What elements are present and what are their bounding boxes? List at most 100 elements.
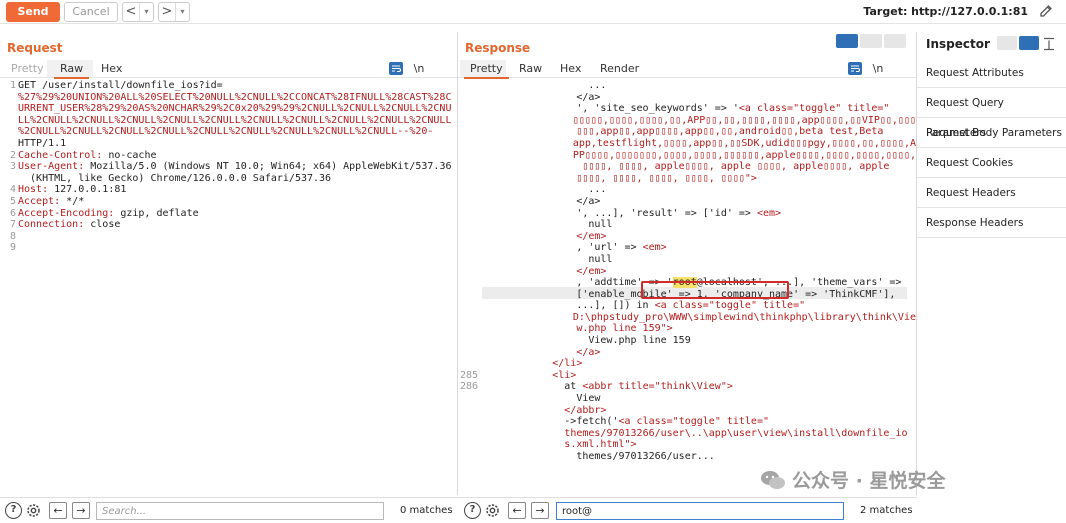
response-search-input[interactable]	[562, 503, 843, 519]
help-icon[interactable]: ?	[5, 502, 22, 519]
code-token: w.php line 159">	[576, 323, 673, 335]
layout-side-by-side-icon[interactable]	[836, 34, 858, 48]
history-back-button[interactable]: <	[123, 3, 139, 21]
request-tab-pretty[interactable]: Pretty	[11, 62, 44, 75]
line-text: LL%2CNULL%2CNULL%2CNULL%2CNULL%2CNULL%2C…	[18, 115, 451, 127]
response-search-bar: ? ← → 2 matches	[458, 497, 917, 523]
line-number	[458, 323, 480, 335]
wrap-lines-icon[interactable]	[848, 62, 862, 75]
pencil-icon[interactable]	[1038, 3, 1054, 19]
request-search-field[interactable]	[96, 502, 384, 520]
target-label[interactable]: Target: http://127.0.0.1:81	[863, 5, 1028, 18]
send-button[interactable]: Send	[6, 2, 60, 22]
code-token: Host:	[18, 184, 49, 196]
line-number	[0, 126, 18, 138]
response-code-line: null	[458, 219, 916, 231]
line-text: Cache-Control: no-cache	[18, 150, 156, 162]
line-text: %27%29%20UNION%20ALL%20SELECT%20NULL%2CN…	[18, 92, 451, 104]
code-token: View	[480, 393, 601, 405]
search-prev-button[interactable]: ←	[49, 502, 67, 519]
line-text: </li>	[480, 358, 582, 370]
request-search-input[interactable]	[102, 503, 383, 519]
request-tab-hex[interactable]: Hex	[101, 62, 122, 75]
code-token: D:\phpstudy_pro\WWW\simplewind\thinkphp\…	[572, 311, 916, 323]
line-text: URRENT_USER%28%29%20AS%20NCHAR%29%2C0x20…	[18, 103, 451, 115]
request-code-line: 4 Host: 127.0.0.1:81	[0, 184, 457, 196]
inspector-item-response-headers[interactable]: Response Headers	[917, 208, 1066, 238]
response-code-line: null	[458, 254, 916, 266]
search-prev-button[interactable]: ←	[508, 502, 526, 519]
inspector-panel-icon[interactable]	[1019, 36, 1039, 50]
response-code-line: </li>	[458, 358, 916, 370]
line-number	[458, 138, 477, 150]
response-code-line: ->fetch('<a class="toggle" title="	[458, 416, 916, 428]
newline-toggle-button[interactable]: \n	[412, 62, 426, 75]
wrap-lines-icon[interactable]	[389, 62, 403, 75]
request-tab-raw[interactable]: Raw	[53, 62, 90, 79]
response-title: Response	[465, 41, 531, 55]
history-forward-button[interactable]: >	[159, 3, 175, 21]
code-token: no-cache	[102, 149, 157, 161]
inspector-item-request-headers[interactable]: Request Headers	[917, 178, 1066, 208]
inspector-item-request-body-parameters[interactable]: Request Body Parameters	[917, 118, 1066, 148]
response-tab-hex[interactable]: Hex	[560, 62, 581, 75]
code-token: <em>	[642, 242, 667, 254]
response-viewer[interactable]: ... </a> ', 'site_seo_keywords' => '<a c…	[458, 80, 916, 463]
gear-icon[interactable]	[484, 502, 501, 519]
code-token: </li>	[480, 358, 583, 370]
response-tab-pretty[interactable]: Pretty	[464, 62, 509, 79]
inspector-list-icon[interactable]	[997, 36, 1017, 50]
response-code-line: PP▯▯▯▯,▯▯▯▯▯▯▯,▯▯▯▯,▯▯▯▯,▯▯▯▯▯▯,apple▯▯▯…	[458, 150, 916, 162]
response-code-line: View	[458, 393, 916, 405]
line-text: ', 'site_seo_keywords' => '<a class="tog…	[480, 103, 889, 115]
response-search-field[interactable]	[556, 502, 844, 520]
code-token: ▯▯▯▯, ▯▯▯▯, apple▯▯▯▯, apple ▯▯▯▯, apple…	[576, 161, 890, 173]
response-code-line: </a>	[458, 196, 916, 208]
response-code-line: </a>	[458, 92, 916, 104]
history-forward-dropdown[interactable]: ▾	[175, 3, 189, 21]
code-token: <abbr title="think\View">	[582, 381, 733, 393]
line-number	[458, 439, 480, 451]
collapse-icon[interactable]	[1043, 37, 1055, 51]
code-token: </em>	[480, 265, 607, 277]
help-icon[interactable]: ?	[464, 502, 481, 519]
inspector-item-request-attributes[interactable]: Request Attributes	[917, 58, 1066, 88]
line-text: ', ...], 'result' => ['id' => <em>	[480, 208, 781, 220]
line-number: 1	[9, 80, 16, 91]
response-tab-raw[interactable]: Raw	[519, 62, 542, 75]
line-number	[458, 300, 480, 312]
line-number	[0, 115, 18, 127]
code-token: themes/97013266/user...	[480, 451, 715, 462]
response-tab-render[interactable]: Render	[600, 62, 639, 75]
line-number	[458, 405, 480, 417]
code-token: , 'url' =>	[480, 242, 643, 254]
code-token: ', ...], 'result' => ['id' =>	[480, 207, 757, 219]
response-matches-count: 2 matches	[860, 505, 913, 516]
search-next-button[interactable]: →	[531, 502, 549, 519]
history-back-dropdown[interactable]: ▾	[139, 3, 153, 21]
line-number	[458, 393, 480, 405]
line-number: 3	[9, 161, 16, 173]
cancel-button[interactable]: Cancel	[64, 2, 118, 22]
request-editor[interactable]: 1 GET /user/install/downfile_ios?id= %27%2…	[0, 80, 457, 254]
line-text: Accept-Encoding: gzip, deflate	[18, 208, 199, 220]
line-text: ...	[480, 184, 606, 196]
code-token: </a>	[480, 91, 601, 103]
inspector-item-request-query-parameters[interactable]: Request Query Parameters	[917, 88, 1066, 139]
request-search-bar: ? ← → 0 matches	[0, 497, 458, 523]
layout-top-bottom-icon[interactable]	[860, 34, 882, 48]
line-text: %2CNULL%2CNULL%2CNULL%2CNULL%2CNULL%2CNU…	[18, 126, 433, 138]
newline-toggle-button[interactable]: \n	[871, 62, 885, 75]
gear-icon[interactable]	[25, 502, 42, 519]
line-number: 5	[9, 195, 16, 207]
highlight-box	[641, 281, 789, 299]
layout-tabs-icon[interactable]	[884, 34, 906, 48]
search-next-button[interactable]: →	[72, 502, 90, 519]
line-text: null	[480, 254, 612, 266]
line-number	[0, 173, 18, 185]
inspector-item-request-cookies[interactable]: Request Cookies	[917, 148, 1066, 178]
line-number: 285	[459, 369, 478, 381]
